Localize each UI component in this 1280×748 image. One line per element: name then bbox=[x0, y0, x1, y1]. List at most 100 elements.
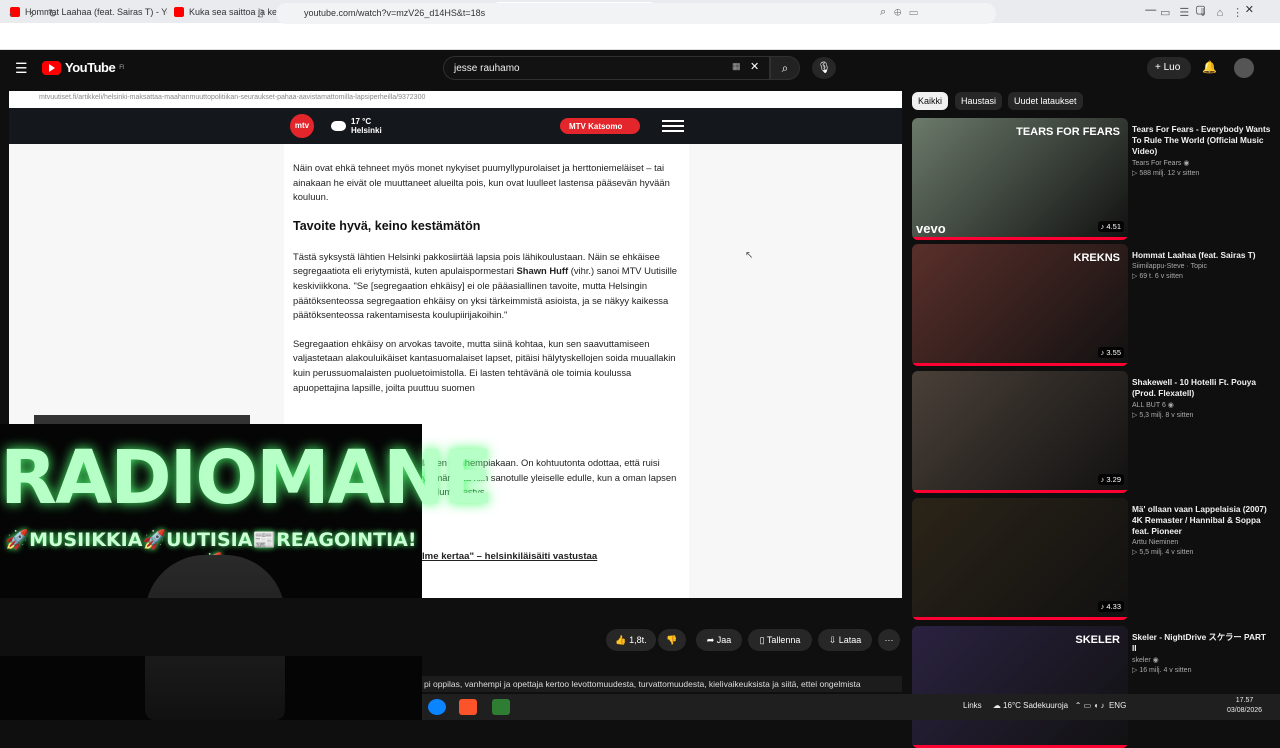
thumb-down-icon: 👎 bbox=[666, 635, 678, 645]
recommendation-thumbnail[interactable]: TEARS FOR FEARS vevo ♪ 4.51 bbox=[912, 118, 1128, 240]
address-bar bbox=[0, 23, 1280, 50]
weather-icon: ☁ bbox=[992, 701, 1001, 710]
more-button[interactable]: ··· bbox=[878, 629, 900, 651]
search-input[interactable]: jesse rauhamo bbox=[443, 56, 770, 80]
like-button[interactable]: 👍 1,8t. bbox=[606, 629, 656, 651]
recommendation-meta: Tears For Fears - Everybody Wants To Rul… bbox=[1132, 124, 1272, 177]
create-button[interactable]: + Luo bbox=[1147, 57, 1191, 79]
cloud-icon bbox=[331, 121, 346, 131]
mtv-weather: 17 °C Helsinki bbox=[331, 117, 382, 135]
hamburger-icon[interactable]: ☰ bbox=[15, 60, 28, 77]
recommendation-channel: skeler ◉ bbox=[1132, 657, 1159, 664]
recommendation-thumbnail[interactable]: ♪ 4.33 bbox=[912, 498, 1128, 620]
recommendation-item[interactable]: SKELER Skeler - NightDrive スケラー PART II sk… bbox=[912, 626, 1272, 748]
reload-icon[interactable]: ↻ bbox=[48, 7, 57, 20]
youtube-region: FI bbox=[119, 64, 124, 71]
tab-label: Hommat Laahaa (feat. Sairas T) - Yo bbox=[25, 7, 167, 17]
recommendation-views: ▷ 16 milj. 4 v sitten bbox=[1132, 667, 1192, 674]
recommendation-views: ▷ 5,5 milj. 4 v sitten bbox=[1132, 549, 1194, 556]
video-title-ticker: pi oppilas, vanhempi ja opettaja kertoo … bbox=[422, 676, 902, 692]
voice-search-button[interactable]: 🎙 bbox=[812, 57, 836, 79]
download-button[interactable]: ⇩ Lataa bbox=[818, 629, 872, 651]
recommendation-item[interactable]: ♪ 4.33 Mä' ollaan vaan Lappelaisia (2007)… bbox=[912, 498, 1272, 620]
download-icon: ⇩ bbox=[828, 635, 837, 645]
mtv-katsomo-button: MTV Katsomo bbox=[560, 118, 640, 134]
watched-progress-bar bbox=[912, 363, 1128, 366]
youtube-play-icon bbox=[42, 60, 61, 75]
media-app-icon[interactable] bbox=[492, 699, 510, 715]
share-button[interactable]: ➦ Jaa bbox=[696, 629, 742, 651]
tray-weather[interactable]: 16°C Sadekuuroja bbox=[1003, 701, 1068, 710]
recommendation-thumbnail[interactable]: KREKNS ♪ 3.55 bbox=[912, 244, 1128, 366]
overlay-title: RADIOMANE bbox=[0, 435, 494, 521]
filter-chip[interactable]: Haustasi bbox=[955, 92, 1003, 110]
thumbnail-text: TEARS FOR FEARS bbox=[1016, 126, 1120, 138]
recommendation-channel: Arttu Nieminen bbox=[1132, 539, 1179, 546]
tray-clock[interactable]: 17.57 03/08/2026 bbox=[1227, 696, 1262, 716]
bookmark-icon[interactable]: ▯ bbox=[258, 8, 264, 19]
mtv-menu-icon bbox=[662, 120, 684, 132]
recommendation-channel: ALL BUT 6 ◉ bbox=[1132, 402, 1174, 409]
article-related-link: lme kertaa" – helsinkiläisäiti vastustaa bbox=[422, 551, 598, 562]
watched-progress-bar bbox=[912, 490, 1128, 493]
recommendation-item[interactable]: ♪ 3.29 Shakewell - 10 Hotelli Ft. Pouya (… bbox=[912, 371, 1272, 493]
mic-icon: 🎙 bbox=[817, 62, 831, 74]
mtv-logo: mtv bbox=[290, 114, 314, 138]
mouse-cursor-icon: ↖ bbox=[745, 250, 754, 261]
youtube-logo[interactable]: YouTube FI bbox=[42, 60, 124, 75]
back-icon[interactable]: ‹ bbox=[9, 6, 13, 21]
recommendation-item[interactable]: KREKNS ♪ 3.55 Hommat Laahaa (feat. Sairas … bbox=[912, 244, 1272, 366]
tab-favicon-icon bbox=[174, 7, 184, 17]
recommendation-thumbnail[interactable]: ♪ 3.29 bbox=[912, 371, 1128, 493]
mtv-navbar bbox=[9, 108, 902, 144]
recommendation-item[interactable]: TEARS FOR FEARS vevo ♪ 4.51 Tears For Fears… bbox=[912, 118, 1272, 240]
recommendation-title: Mä' ollaan vaan Lappelaisia (2007) 4K Re… bbox=[1132, 504, 1267, 536]
recommendation-views: ▷ 588 milj. 12 v sitten bbox=[1132, 170, 1200, 177]
filter-chip[interactable]: Kaikki bbox=[912, 92, 949, 110]
youtube-logo-text: YouTube bbox=[65, 60, 116, 75]
tray-icons[interactable]: ⌃ ▭ ◖ ♪ bbox=[1075, 701, 1105, 710]
weather-city: Helsinki bbox=[351, 126, 382, 135]
watched-progress-bar bbox=[912, 617, 1128, 620]
url-action-icons[interactable]: ⌕⊕▭ bbox=[880, 6, 926, 19]
watched-progress-bar bbox=[912, 237, 1128, 240]
edge-icon[interactable] bbox=[428, 699, 446, 715]
recommendation-title: Hommat Laahaa (feat. Sairas T) bbox=[1132, 250, 1256, 260]
brave-icon[interactable] bbox=[459, 699, 477, 715]
bell-icon[interactable]: 🔔 bbox=[1202, 60, 1217, 74]
create-label: Luo bbox=[1163, 62, 1181, 73]
save-button[interactable]: ▯ Tallenna bbox=[748, 629, 812, 651]
forward-icon[interactable]: › bbox=[30, 6, 34, 21]
article-paragraph: Segregaation ehkäisy on arvokas tavoite,… bbox=[293, 337, 676, 393]
system-tray: Links ☁ 16°C Sadekuuroja ⌃ ▭ ◖ ♪ ENG bbox=[963, 701, 1126, 710]
recommendation-title: Tears For Fears - Everybody Wants To Rul… bbox=[1132, 124, 1271, 156]
tray-links[interactable]: Links bbox=[963, 701, 982, 710]
recommendation-meta: Shakewell - 10 Hotelli Ft. Pouya (Prod. … bbox=[1132, 377, 1272, 419]
duration-badge: ♪ 4.33 bbox=[1097, 601, 1124, 612]
recommendation-title: Skeler - NightDrive スケラー PART II bbox=[1132, 632, 1267, 653]
article-subheading: Tavoite hyvä, keino kestämätön bbox=[293, 218, 481, 233]
article-name: Shawn Huff bbox=[516, 265, 569, 277]
clear-search-icon[interactable]: ✕ bbox=[750, 60, 759, 73]
search-icon: ⌕ bbox=[781, 61, 789, 75]
extension-icons[interactable]: ▭☰⇓⌂⋮ bbox=[1160, 6, 1252, 19]
shared-screen-url: mtvuutiset.fi/artikkeli/helsinki-maksatt… bbox=[9, 91, 902, 108]
dislike-button[interactable]: 👎 bbox=[658, 629, 686, 651]
duration-badge: ♪ 3.55 bbox=[1097, 347, 1124, 358]
search-button[interactable]: ⌕ bbox=[770, 56, 800, 80]
thumbnail-text: KREKNS bbox=[1073, 252, 1120, 264]
taskbar bbox=[422, 694, 1280, 720]
avatar[interactable] bbox=[1234, 58, 1254, 78]
recommendation-thumbnail[interactable]: SKELER bbox=[912, 626, 1128, 748]
recommendation-meta: Skeler - NightDrive スケラー PART II skeler ◉… bbox=[1132, 632, 1272, 674]
thumb-up-icon: 👍 bbox=[615, 635, 627, 645]
recommendation-channel: Siimilappu-Steve · Topic bbox=[1132, 263, 1207, 270]
tray-lang[interactable]: ENG bbox=[1109, 701, 1126, 710]
recommendation-meta: Mä' ollaan vaan Lappelaisia (2007) 4K Re… bbox=[1132, 504, 1272, 556]
weather-temp: 17 °C bbox=[351, 117, 372, 126]
filter-chip[interactable]: Uudet lataukset bbox=[1008, 92, 1083, 110]
tab-0[interactable]: Hommat Laahaa (feat. Sairas T) - Yo bbox=[4, 2, 167, 22]
recommendation-title: Shakewell - 10 Hotelli Ft. Pouya (Prod. … bbox=[1132, 377, 1257, 398]
keyboard-icon[interactable]: ▦ bbox=[732, 61, 741, 72]
bookmark-icon: ▯ bbox=[759, 635, 765, 645]
